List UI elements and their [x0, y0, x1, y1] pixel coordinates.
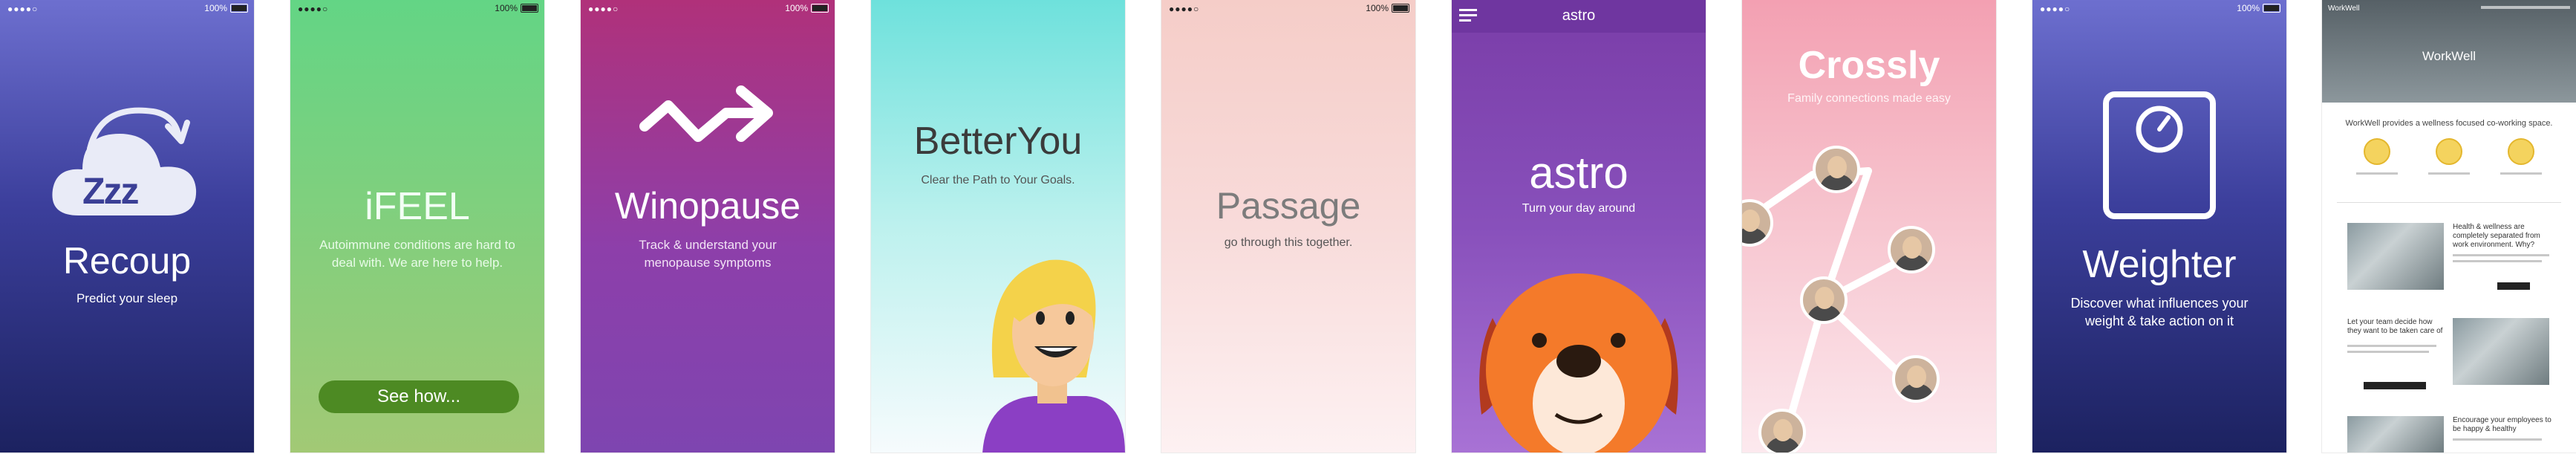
divider [2337, 202, 2561, 203]
wellness-icon [2508, 138, 2534, 165]
section-body [2453, 438, 2542, 441]
crossly-screen: Crossly Family connections made easy [1742, 0, 1996, 453]
office-photo [2453, 318, 2549, 385]
dog-character-illustration [1479, 273, 1678, 453]
cloud-sleep-icon: Zzz [49, 104, 198, 230]
battery-percent: 100% [495, 3, 518, 13]
app-title: Passage [1216, 185, 1361, 227]
signal-icon: ●●●●○ [7, 4, 39, 14]
recoup-screen: ●●●●○ 100% Zzz Recoup Predict your sleep [0, 0, 254, 453]
gym-photo [2347, 223, 2444, 290]
status-bar: ●●●●○ 100% [290, 0, 544, 16]
sign-up-button[interactable] [2364, 382, 2426, 389]
app-title: Recoup [62, 240, 192, 282]
section-title: Let your team decide how they want to be… [2347, 318, 2443, 335]
learn-more-button[interactable] [2497, 282, 2530, 290]
app-subtitle: go through this together. [1224, 236, 1353, 249]
section-title: Health & wellness are completely separat… [2453, 223, 2540, 249]
connection-lines [1742, 167, 1923, 435]
app-subtitle: Turn your day around [1522, 202, 1636, 215]
signal-icon: ●●●●○ [1169, 4, 1200, 14]
feature-caption [2428, 172, 2470, 175]
weighter-screen: ●●●●○ 100% Weighter Discover what influe… [2032, 0, 2286, 453]
section-body [2453, 254, 2549, 256]
family-member-avatar[interactable] [1892, 355, 1940, 403]
battery-icon [521, 4, 538, 13]
battery-icon [230, 4, 248, 13]
section-body [2453, 260, 2542, 262]
see-how-button[interactable]: See how... [319, 380, 519, 413]
signal-icon: ●●●●○ [2040, 4, 2071, 14]
battery-icon [2263, 4, 2280, 13]
ifeel-screen: ●●●●○ 100% iFEEL Autoimmune conditions a… [290, 0, 544, 453]
scale-icon [2103, 91, 2216, 219]
trend-arrow-icon [639, 85, 773, 142]
hero-image: WorkWell WorkWell [2322, 0, 2576, 103]
app-title: Weighter [2082, 243, 2237, 286]
app-title: astro [1529, 148, 1628, 198]
section-body [2347, 345, 2436, 347]
family-member-avatar[interactable] [1888, 226, 1935, 273]
astro-screen: astro astro Turn your day around [1452, 0, 1706, 453]
family-member-avatar[interactable] [1813, 146, 1860, 193]
winopause-screen: ●●●●○ 100% Winopause Track & understand … [581, 0, 835, 453]
header-title: astro [1562, 7, 1596, 24]
chat-icon [2436, 138, 2462, 165]
app-title: Winopause [614, 185, 801, 227]
app-subtitle: Predict your sleep [76, 291, 178, 305]
site-logo[interactable]: WorkWell [2328, 4, 2359, 13]
feature-caption [2500, 172, 2542, 175]
app-title: BetterYou [913, 120, 1083, 163]
app-subtitle: Autoimmune conditions are hard to deal w… [319, 238, 515, 270]
battery-percent: 100% [785, 3, 808, 13]
signal-icon: ●●●●○ [298, 4, 329, 14]
woman-character-illustration [982, 259, 1125, 453]
zzz-icon-text: Zzz [82, 170, 140, 212]
feature-caption [2356, 172, 2398, 175]
restaurant-photo [2347, 416, 2444, 453]
battery-percent: 100% [1366, 3, 1389, 13]
app-subtitle: Clear the Path to Your Goals. [921, 174, 1075, 187]
app-subtitle: Discover what influences your weight & t… [2070, 296, 2249, 328]
app-subtitle: Track & understand your menopause sympto… [639, 238, 777, 270]
status-bar: ●●●●○ 100% [581, 0, 835, 16]
workwell-website-screen: WorkWell WorkWell WorkWell provides a we… [2322, 0, 2576, 453]
passage-screen: ●●●●○ 100% Passage go through this toget… [1161, 0, 1415, 453]
app-title: iFEEL [365, 185, 470, 228]
status-bar: ●●●●○ 100% [0, 0, 254, 16]
section-body [2347, 351, 2429, 353]
mind-icon [2364, 138, 2390, 165]
family-member-avatar[interactable] [1800, 276, 1848, 324]
battery-icon [1392, 4, 1409, 13]
signal-icon: ●●●●○ [588, 4, 619, 14]
battery-percent: 100% [204, 3, 227, 13]
betteryou-screen: BetterYou Clear the Path to Your Goals. [871, 0, 1125, 453]
intro-text: WorkWell provides a wellness focused co-… [2345, 119, 2553, 128]
family-member-avatar[interactable] [1758, 409, 1806, 453]
app-header: astro [1452, 0, 1706, 33]
status-bar: ●●●●○ 100% [1161, 0, 1415, 16]
battery-percent: 100% [2237, 3, 2260, 13]
battery-icon [811, 4, 829, 13]
status-bar: ●●●●○ 100% [2032, 0, 2286, 16]
section-title: Encourage your employees to be happy & h… [2453, 416, 2551, 433]
hero-title: WorkWell [2422, 49, 2476, 63]
top-nav [2481, 6, 2570, 9]
